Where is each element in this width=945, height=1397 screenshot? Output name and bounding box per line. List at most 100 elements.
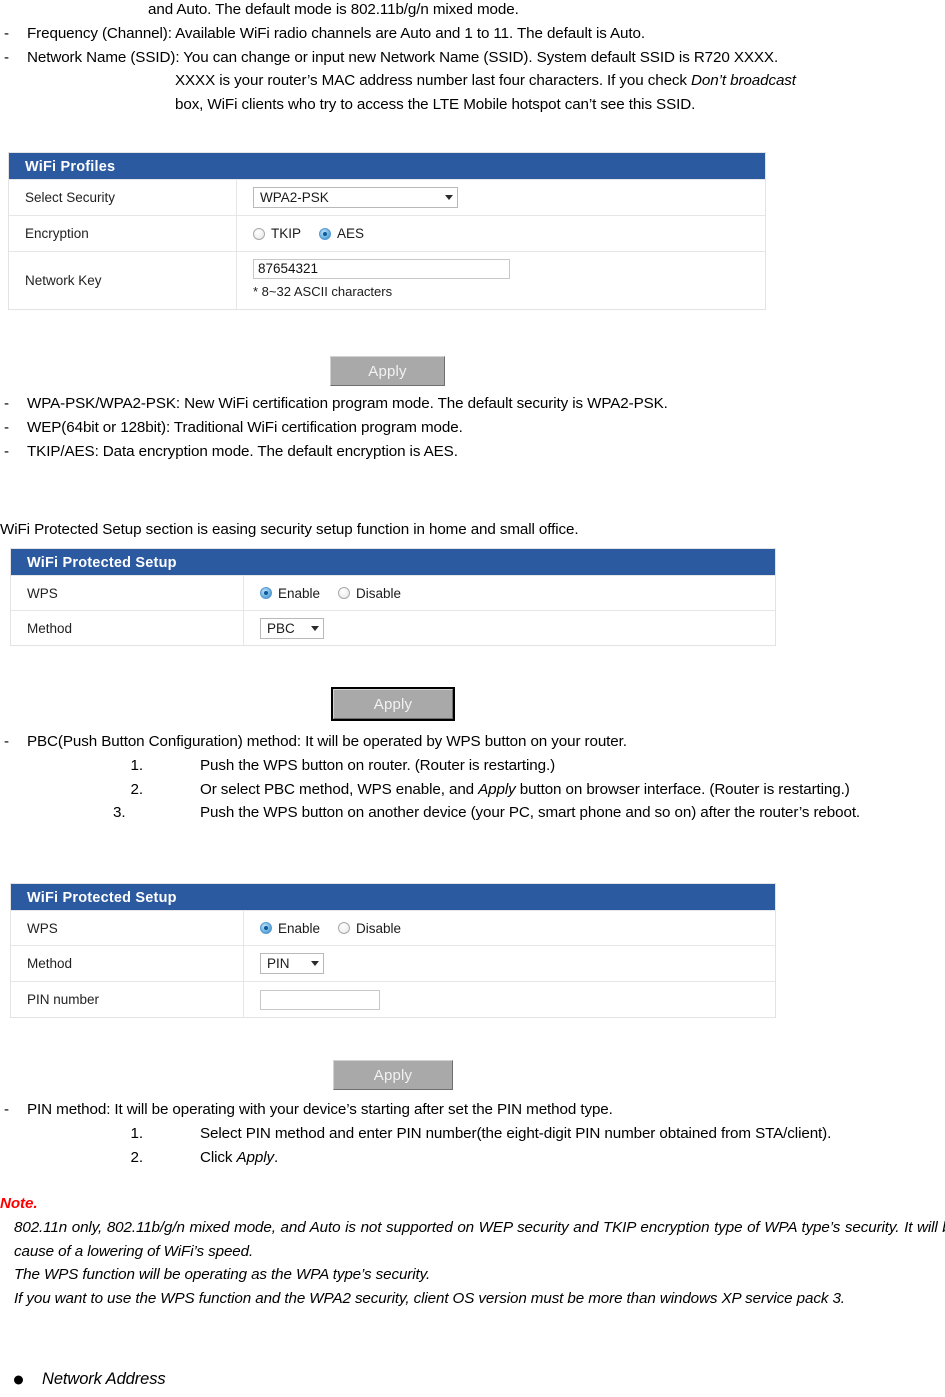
method-label-pin: Method [11, 946, 244, 981]
wps-pbc-panel: WiFi Protected Setup WPS Enable Disable … [10, 548, 776, 646]
dash-marker: - [4, 418, 9, 436]
radio-icon-aes-selected[interactable] [319, 227, 332, 240]
radio-icon-enable-selected[interactable] [260, 587, 272, 599]
pbc-step-1-text: Push the WPS button on router. (Router i… [200, 756, 556, 774]
pin-dash-text: PIN method: It will be operating with yo… [27, 1101, 613, 1118]
pbc-step-2-number: 2. [130, 780, 144, 798]
pbc-step-2: 2. Or select PBC method, WPS enable, and… [0, 778, 945, 802]
method-selected-value-pin: PIN [267, 956, 290, 971]
radio-label-disable-pbc: Disable [356, 585, 402, 601]
dash-marker: - [4, 733, 9, 750]
apply-button-wifi-profiles[interactable]: Apply [330, 356, 445, 386]
radio-icon-tkip[interactable] [253, 227, 265, 240]
radio-option-tkip[interactable]: TKIP [253, 226, 301, 241]
intro-paragraph: and Auto. The default mode is 802.11b/g/… [0, 0, 945, 117]
radio-label-aes: AES [337, 226, 365, 241]
ssid-line2-pre: XXXX is your router’s MAC address number… [175, 72, 692, 90]
radio-option-wps-enable-pin[interactable]: Enable [260, 921, 320, 936]
wps-pbc-title: WiFi Protected Setup [11, 549, 775, 575]
pin-number-value-cell [244, 982, 775, 1017]
network-key-input[interactable]: 87654321 [253, 259, 510, 279]
mode-tail-line: and Auto. The default mode is 802.11b/g/… [148, 1, 519, 18]
radio-option-wps-enable-pbc[interactable]: Enable [260, 586, 320, 601]
dont-broadcast-emphasis: Don’t broadcast [691, 72, 796, 90]
radio-icon-enable-selected[interactable] [260, 922, 272, 934]
wps-intro-paragraph: WiFi Protected Setup section is easing s… [0, 521, 579, 538]
ssid-text-line3: box, WiFi clients who try to access the … [175, 96, 696, 114]
select-security-selected-value: WPA2-PSK [260, 190, 329, 205]
network-key-value-cell: 87654321 * 8~32 ASCII characters [237, 252, 765, 309]
select-security-dropdown[interactable]: WPA2-PSK [253, 187, 458, 208]
chevron-down-icon [311, 961, 319, 966]
pin-step-2-emphasis: Apply [236, 1148, 275, 1166]
pin-step-1-number: 1. [130, 1124, 144, 1142]
pin-number-label: PIN number [11, 982, 244, 1017]
security-notes-list: - WPA-PSK/WPA2-PSK: New WiFi certificati… [0, 392, 945, 463]
pin-step-1-text: Select PIN method and enter PIN number(t… [200, 1124, 832, 1142]
row-wps-enable-pbc: WPS Enable Disable [11, 575, 775, 610]
radio-label-enable-pbc: Enable [278, 585, 321, 601]
network-key-label: Network Key [9, 252, 237, 309]
wps-label-pin: WPS [11, 911, 244, 945]
note-line-1: 802.11n only, 802.11b/g/n mixed mode, an… [14, 1218, 945, 1260]
note-wep-text: WEP(64bit or 128bit): Traditional WiFi c… [27, 418, 463, 436]
row-method-pin: Method PIN [11, 945, 775, 981]
encryption-label: Encryption [9, 216, 237, 251]
row-method-pbc: Method PBC [11, 610, 775, 645]
ssid-text-line2: XXXX is your router’s MAC address number… [0, 69, 945, 93]
dash-marker: - [4, 24, 9, 42]
row-encryption: Encryption TKIP AES [9, 215, 765, 251]
pin-instructions: - PIN method: It will be operating with … [0, 1098, 945, 1169]
ssid-text-line1: Network Name (SSID): You can change or i… [27, 48, 779, 66]
note-tkip-aes-text: TKIP/AES: Data encryption mode. The defa… [27, 442, 458, 460]
method-value-cell-pin: PIN [244, 946, 775, 981]
note-label: Note. [0, 1195, 38, 1212]
method-dropdown-pin[interactable]: PIN [260, 953, 324, 974]
radio-label-tkip: TKIP [271, 226, 302, 241]
note-wep: - WEP(64bit or 128bit): Traditional WiFi… [0, 416, 945, 440]
pbc-step-3-number: 3. [113, 804, 126, 822]
wps-pin-panel: WiFi Protected Setup WPS Enable Disable … [10, 883, 776, 1018]
apply-button-wps-pbc[interactable]: Apply [331, 687, 455, 721]
section-heading-label: Network Address [42, 1370, 166, 1388]
pin-step-2-pre: Click [200, 1148, 237, 1166]
encryption-value-cell: TKIP AES [237, 216, 765, 251]
bullet-dot-icon [14, 1375, 23, 1385]
chevron-down-icon [445, 195, 453, 200]
radio-option-wps-disable-pbc[interactable]: Disable [338, 586, 401, 601]
pin-step-2-number: 2. [130, 1148, 144, 1166]
pbc-dash-text: PBC(Push Button Configuration) method: I… [27, 733, 627, 750]
wps-value-cell-pin: Enable Disable [244, 911, 775, 945]
note-tkip-aes: - TKIP/AES: Data encryption mode. The de… [0, 440, 945, 464]
row-select-security: Select Security WPA2-PSK [9, 179, 765, 215]
dash-marker: - [4, 395, 9, 412]
apply-button-wps-pin[interactable]: Apply [333, 1060, 453, 1090]
wifi-profiles-title: WiFi Profiles [9, 153, 765, 179]
radio-option-wps-disable-pin[interactable]: Disable [338, 921, 401, 936]
pbc-step-2-pre: Or select PBC method, WPS enable, and [200, 780, 479, 798]
radio-icon-disable[interactable] [338, 922, 351, 934]
dash-marker: - [4, 442, 9, 460]
pbc-step-2-emphasis: Apply [478, 780, 516, 798]
note-line-3: If you want to use the WPS function and … [14, 1290, 845, 1308]
method-label-pbc: Method [11, 611, 244, 645]
pin-step-1: 1. Select PIN method and enter PIN numbe… [0, 1122, 945, 1146]
wifi-profiles-panel: WiFi Profiles Select Security WPA2-PSK E… [8, 152, 766, 310]
wps-pin-title: WiFi Protected Setup [11, 884, 775, 910]
wps-value-cell-pbc: Enable Disable [244, 576, 775, 610]
section-heading-network-address: Network Address [0, 1368, 945, 1392]
pbc-step-3-text: Push the WPS button on another device (y… [200, 804, 861, 822]
ssid-bullet: - Network Name (SSID): You can change or… [0, 46, 945, 70]
row-network-key: Network Key 87654321 * 8~32 ASCII charac… [9, 251, 765, 309]
radio-icon-disable[interactable] [338, 587, 351, 599]
note-wpa-text: WPA-PSK/WPA2-PSK: New WiFi certification… [27, 395, 668, 412]
network-key-hint: * 8~32 ASCII characters [253, 284, 393, 299]
pin-step-2: 2. Click Apply. [0, 1146, 945, 1170]
pin-number-input[interactable] [260, 989, 380, 1010]
method-dropdown-pbc[interactable]: PBC [260, 617, 324, 639]
method-selected-value-pbc: PBC [267, 620, 295, 636]
select-security-label: Select Security [9, 180, 237, 215]
radio-option-aes[interactable]: AES [319, 226, 364, 241]
row-pin-number: PIN number [11, 981, 775, 1017]
radio-label-disable-pin: Disable [356, 920, 402, 936]
